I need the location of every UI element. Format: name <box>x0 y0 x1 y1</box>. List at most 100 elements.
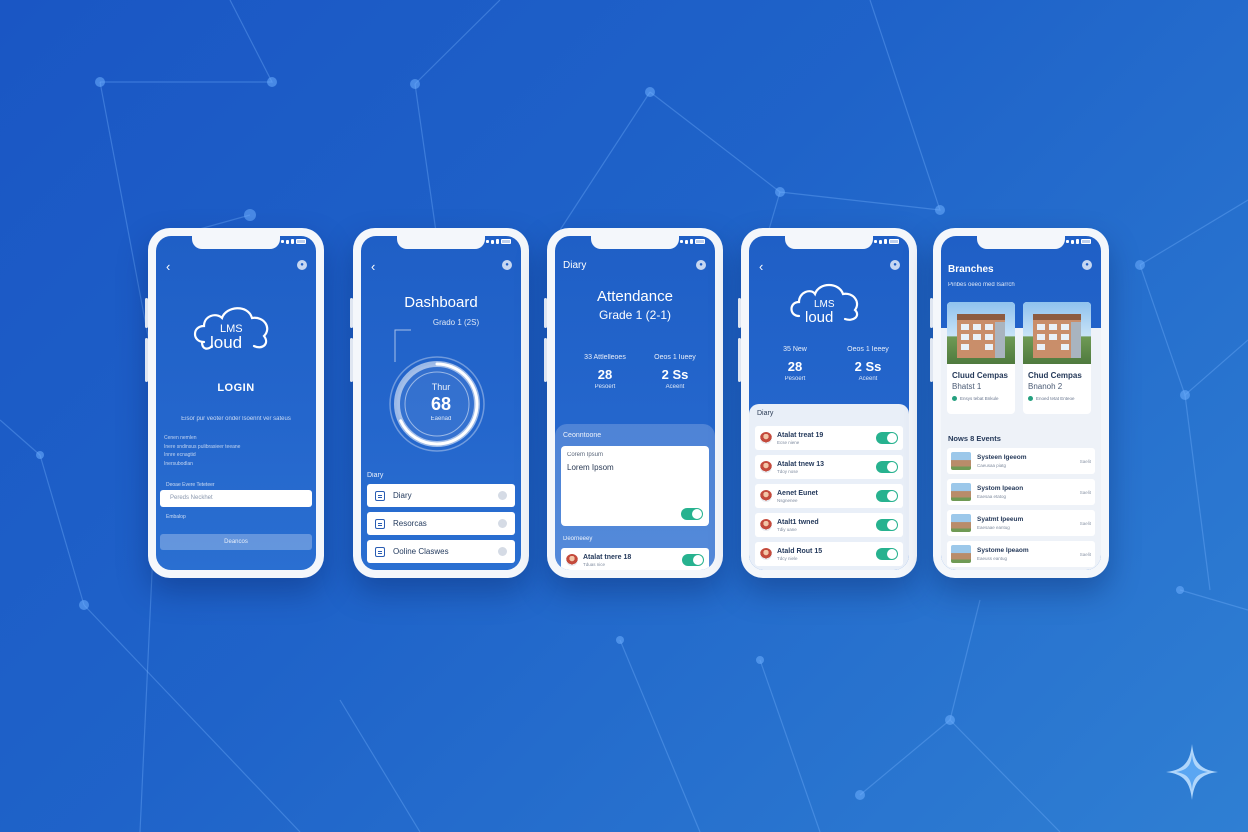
diary-row[interactable]: Atalt1 twned Tdiy uane <box>755 513 903 537</box>
gauge-connector <box>394 329 411 362</box>
phone-dashboard: ‹ ● Dashboard Grado 1 (2S) Thur 68 Eaena… <box>350 228 529 578</box>
student-row[interactable]: Atalat tnere 18 Tduas nice <box>561 548 709 570</box>
comment-title: Corem Ipsum <box>567 452 604 458</box>
diary-row[interactable]: Atalat tnew 13 Tdoy nose <box>755 455 903 479</box>
branch-card[interactable]: Cluud Cempas Bhatst 1 Ensys tebat Bnkule <box>947 302 1015 414</box>
diary-screen: ‹ ● LMS loud 35 New 28 Pesoert Oeos 1 Ie… <box>749 236 909 570</box>
menu-item-diary[interactable]: Diary <box>367 484 515 507</box>
section-label: Diary <box>757 410 774 417</box>
comment-card[interactable]: Corem Ipsum Lorem Ipsom <box>561 446 709 526</box>
profile-icon[interactable]: ● <box>696 260 706 270</box>
brand-line2: loud <box>805 309 833 326</box>
stat-sub: Aceent <box>858 376 878 382</box>
menu-indicator <box>498 491 507 500</box>
news-thumbnail <box>951 452 971 470</box>
row-name: Atalt1 twned <box>777 518 819 526</box>
news-meta: Eaesaa etatog <box>977 494 1007 499</box>
diary-toggle[interactable] <box>876 461 898 473</box>
news-item[interactable]: Systome Ipeaom Eaeuss eantug Saelit <box>947 541 1095 567</box>
login-screen: ‹ ● LMS loud LOGIN Eisor pur veoter onde… <box>156 236 316 570</box>
news-side: Saelit <box>1079 489 1091 495</box>
diary-toggle[interactable] <box>876 432 898 444</box>
profile-icon[interactable]: ● <box>502 260 512 270</box>
menu-item-label: Resorcas <box>393 519 427 528</box>
diary-toggle[interactable] <box>876 548 898 560</box>
info-line: Cenen nemlen <box>164 435 197 441</box>
phone-attendance: Diary ● Attendance Grade 1 (2-1) 33 Attl… <box>544 228 723 578</box>
row-name: Atald Rout 15 <box>777 547 823 555</box>
diary-toggle[interactable] <box>876 519 898 531</box>
avatar <box>760 519 772 531</box>
stat-value: 2 Ss <box>661 367 689 382</box>
back-icon[interactable]: ‹ <box>759 260 763 273</box>
stat-label: Oeos 1 Ieeey <box>847 346 889 353</box>
profile-icon[interactable]: ● <box>297 260 307 270</box>
stat-value: 28 <box>787 359 803 374</box>
branch-building-image <box>1023 302 1091 364</box>
row-meta: Ecse niene <box>777 439 800 445</box>
status-bar <box>874 239 899 244</box>
info-line: Inere sndinsus pulibrasieer teeane <box>164 443 241 450</box>
news-section-label: Nows 8 Events <box>948 434 1001 443</box>
news-title: Systeen Igeeom <box>977 454 1027 461</box>
page-subtitle: Pinbes oeeo med Isarrch <box>948 282 1015 288</box>
page-title: Attendance <box>597 288 673 305</box>
row-meta: Tdoy nose <box>777 468 799 474</box>
news-item[interactable]: Syatmt Ipeeum Eaesaae eantug Saelit <box>947 510 1095 536</box>
comment-toggle[interactable] <box>681 508 703 520</box>
login-title: LOGIN <box>217 382 255 394</box>
gauge-value: 68 <box>430 394 452 414</box>
login-button[interactable]: Deancos <box>160 534 312 550</box>
menu-item-online-classes[interactable]: Ooline Claswes <box>367 540 515 563</box>
stat-value: 2 Ss <box>854 359 882 374</box>
profile-icon[interactable]: ● <box>890 260 900 270</box>
news-side: Saelit <box>1079 458 1091 464</box>
diary-row[interactable]: Atalat treat 19 Ecse niene <box>755 426 903 450</box>
menu-item-label: Ooline Claswes <box>393 547 449 556</box>
stat-present: 33 Attlelleoes 28 Pesoert <box>565 354 645 390</box>
branch-building-image <box>947 302 1015 364</box>
status-dot <box>1028 396 1033 401</box>
info-line: Inersubodlan <box>164 460 193 467</box>
branch-card[interactable]: Chud Cempas Bnanoh 2 Enoed tetat Enteoe <box>1023 302 1091 414</box>
diary-row[interactable]: Atald Rout 15 Tdcy niele <box>755 542 903 566</box>
grade-subtitle: Grade 1 (2-1) <box>598 308 672 322</box>
stat-label: 35 New <box>783 346 807 353</box>
stat-sub: Aceent <box>665 384 685 390</box>
header-title: Diary <box>563 260 587 271</box>
row-name: Atalat tnere 18 <box>583 553 632 561</box>
status-bar <box>486 239 511 244</box>
gauge-label: Eaenad <box>430 416 452 422</box>
notch <box>192 236 280 249</box>
diary-row[interactable]: Aenet Eunet Nsgnenee <box>755 484 903 508</box>
notch <box>591 236 679 249</box>
calendar-icon <box>375 490 385 501</box>
field-label: Deoae Evere Teteteer <box>166 482 215 488</box>
notch <box>397 236 485 249</box>
menu-indicator <box>498 519 507 528</box>
notch <box>977 236 1065 249</box>
news-item[interactable]: Systom Ipeaon Eaesaa etatog Saelit <box>947 479 1095 505</box>
username-input[interactable]: Pereds Neckhet <box>160 490 312 507</box>
field-label-2: Embalop <box>166 514 186 520</box>
gauge-day: Thur <box>431 382 451 392</box>
page-title: Dashboard <box>404 294 478 311</box>
brand-line2: loud <box>210 333 242 352</box>
news-thumbnail <box>951 545 971 563</box>
row-name: Atalat treat 19 <box>777 431 824 439</box>
lms-cloud-logo: LMS loud <box>193 307 269 352</box>
news-meta: Eaesaae eantug <box>977 525 1010 530</box>
back-icon[interactable]: ‹ <box>371 260 375 273</box>
back-icon[interactable]: ‹ <box>166 260 170 273</box>
attendance-toggle[interactable] <box>682 554 704 566</box>
stat-absent: Oeos 1 Ieeey 2 Ss Aceent <box>831 346 905 382</box>
menu-item-resources[interactable]: Resorcas <box>367 512 515 535</box>
profile-icon[interactable]: ● <box>1082 260 1092 270</box>
row-meta: Tduas nice <box>583 561 606 567</box>
phone-login: ‹ ● LMS loud LOGIN Eisor pur veoter onde… <box>145 228 324 578</box>
branch-number: Bnanoh 2 <box>1028 382 1063 391</box>
dashboard-screen: ‹ ● Dashboard Grado 1 (2S) Thur 68 Eaena… <box>361 236 521 570</box>
stat-label: 33 Attlelleoes <box>584 354 626 361</box>
news-item[interactable]: Systeen Igeeom Caeusaa piatg Saelit <box>947 448 1095 474</box>
diary-toggle[interactable] <box>876 490 898 502</box>
